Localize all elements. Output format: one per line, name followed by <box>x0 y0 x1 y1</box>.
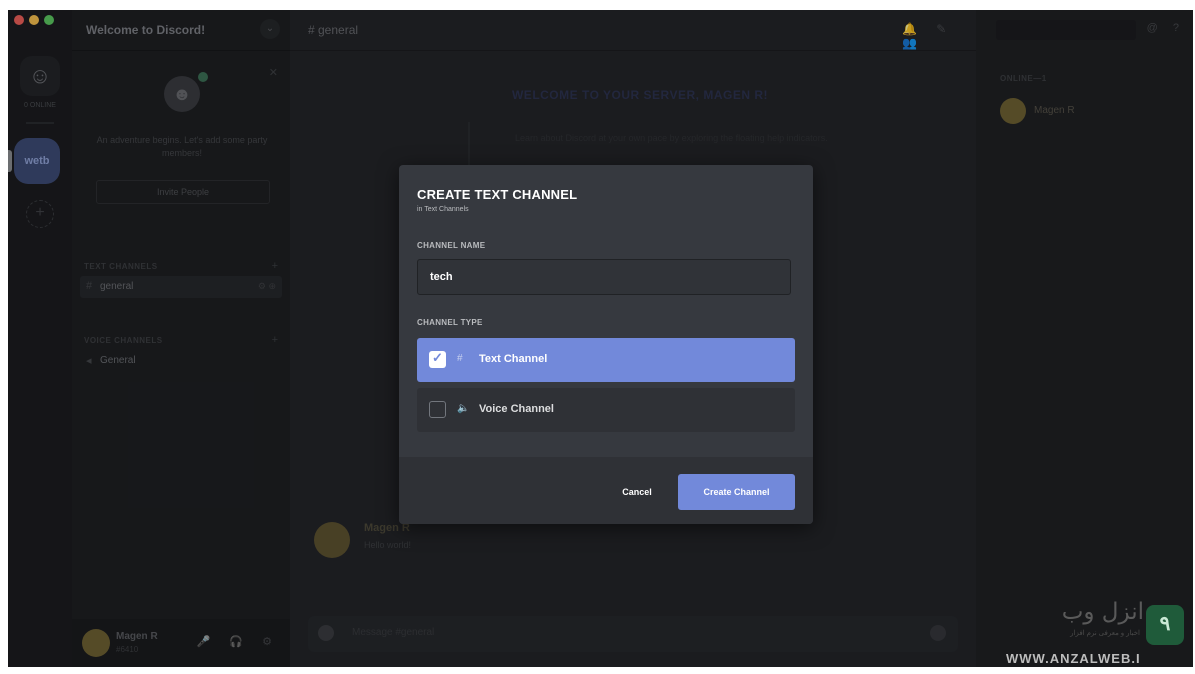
text-channel-label: Text Channel <box>479 353 548 365</box>
channel-name-input[interactable] <box>418 260 790 294</box>
cancel-button[interactable]: Cancel <box>609 479 665 505</box>
modal-subtitle: in Text Channels <box>417 206 469 213</box>
text-channel-option[interactable]: ✓ # Text Channel <box>417 338 795 382</box>
watermark-logo-icon: ٩ <box>1146 605 1184 645</box>
channel-name-label: CHANNEL NAME <box>417 241 486 250</box>
voice-channel-label: Voice Channel <box>479 403 554 415</box>
modal-footer: Cancel Create Channel <box>399 457 813 524</box>
modal-title: CREATE TEXT CHANNEL <box>417 187 578 202</box>
create-channel-button[interactable]: Create Channel <box>678 474 795 510</box>
watermark-tagline: اخبار و معرفی نرم افزار <box>1070 630 1140 637</box>
speaker-icon: 🔈 <box>457 403 470 414</box>
watermark-brand: انزل وب <box>1061 599 1144 625</box>
channel-type-label: CHANNEL TYPE <box>417 318 483 327</box>
checkbox-empty-icon[interactable] <box>429 401 446 418</box>
voice-channel-option[interactable]: 🔈 Voice Channel <box>417 388 795 432</box>
discord-window: ☺ 0 ONLINE wetb + Welcome to Discord! ⌄ … <box>8 10 1193 667</box>
channel-name-field[interactable] <box>417 259 791 295</box>
checkbox-checked-icon[interactable]: ✓ <box>429 350 446 368</box>
hash-icon: # <box>457 353 463 364</box>
watermark-url: WWW.ANZALWEB.I <box>1006 651 1141 666</box>
create-channel-modal: CREATE TEXT CHANNEL in Text Channels CHA… <box>399 165 813 524</box>
